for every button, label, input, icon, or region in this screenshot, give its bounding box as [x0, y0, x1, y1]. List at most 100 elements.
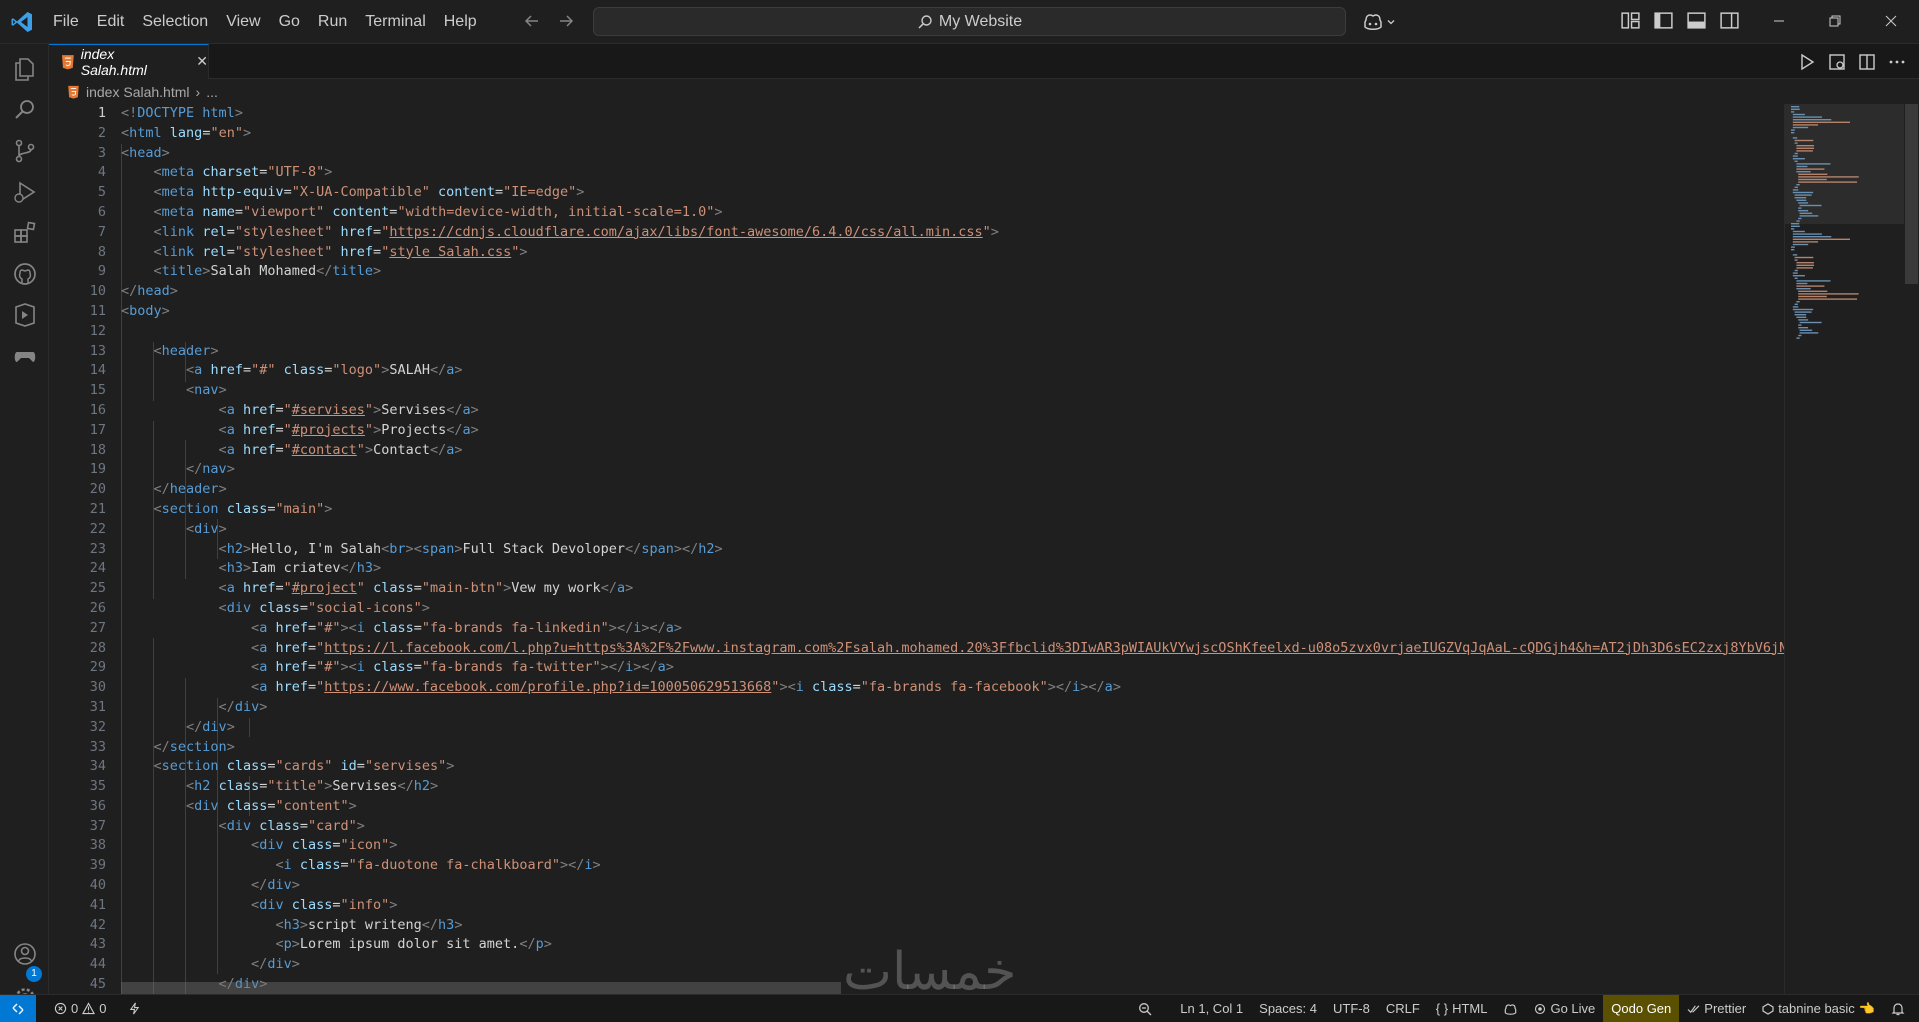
code-line[interactable]: <nav>: [121, 381, 1784, 401]
tab-close-button[interactable]: ✕: [196, 54, 208, 70]
code-line[interactable]: </head>: [121, 282, 1784, 302]
code-line[interactable]: <i class="fa-duotone fa-chalkboard"></i>: [121, 856, 1784, 876]
accounts-icon[interactable]: [12, 941, 38, 967]
qodo-gen-button[interactable]: Qodo Gen: [1603, 995, 1680, 1022]
vertical-scrollbar[interactable]: [1904, 104, 1919, 994]
remote-explorer-icon[interactable]: [12, 302, 38, 328]
menu-edit[interactable]: Edit: [88, 0, 134, 44]
zoom-indicator[interactable]: [1130, 995, 1160, 1022]
code-line[interactable]: </div>: [121, 718, 1784, 738]
code-line[interactable]: <head>: [121, 144, 1784, 164]
code-line[interactable]: </div>: [121, 876, 1784, 896]
code-line[interactable]: <div class="social-icons">: [121, 599, 1784, 619]
problems-indicator[interactable]: 0 0: [46, 995, 114, 1022]
code-line[interactable]: <section class="cards" id="servises">: [121, 757, 1784, 777]
go-live-button[interactable]: Go Live: [1526, 995, 1603, 1022]
arrow-right-icon[interactable]: [556, 11, 576, 31]
copilot-button[interactable]: [1362, 9, 1400, 35]
code-line[interactable]: <a href="https://l.facebook.com/l.php?u=…: [121, 639, 1784, 659]
code-line[interactable]: <body>: [121, 302, 1784, 322]
code-line[interactable]: <a href="#"><i class="fa-brands fa-twitt…: [121, 658, 1784, 678]
lightning-icon[interactable]: [128, 1002, 141, 1015]
code-line[interactable]: <h3>script writeng</h3>: [121, 916, 1784, 936]
code-line[interactable]: <div>: [121, 520, 1784, 540]
code-line[interactable]: <div class="info">: [121, 896, 1784, 916]
toggle-primary-sidebar-icon[interactable]: [1653, 10, 1674, 31]
code-line[interactable]: <h2>Hello, I'm Salah<br><span>Full Stack…: [121, 540, 1784, 560]
code-line[interactable]: <!DOCTYPE html>: [121, 104, 1784, 124]
code-line[interactable]: <a href="#servises">Servises</a>: [121, 401, 1784, 421]
breadcrumb-more[interactable]: ...: [206, 84, 218, 100]
github-icon[interactable]: [12, 261, 38, 287]
code-line[interactable]: [121, 322, 1784, 342]
code-line[interactable]: <a href="#"><i class="fa-brands fa-linke…: [121, 619, 1784, 639]
menu-run[interactable]: Run: [309, 0, 356, 44]
code-editor[interactable]: 1 2 3 4 5 6 7 8 9 10 11 12 13 14 15 16 17 18 19 20 21 22 23 24 2…: [49, 104, 1784, 994]
explorer-icon[interactable]: [12, 56, 38, 82]
menu-go[interactable]: Go: [270, 0, 309, 44]
code-line[interactable]: <div class="card">: [121, 817, 1784, 837]
menu-selection[interactable]: Selection: [133, 0, 217, 44]
code-line[interactable]: <meta name="viewport" content="width=dev…: [121, 203, 1784, 223]
menu-file[interactable]: File: [44, 0, 88, 44]
code-line[interactable]: </div>: [121, 698, 1784, 718]
customize-layout-icon[interactable]: [1620, 10, 1641, 31]
code-line[interactable]: <a href="#contact">Contact</a>: [121, 441, 1784, 461]
code-line[interactable]: <section class="main">: [121, 500, 1784, 520]
code-line[interactable]: <h2 class="title">Servises</h2>: [121, 777, 1784, 797]
code-line[interactable]: <a href="#project" class="main-btn">Vew …: [121, 579, 1784, 599]
indentation[interactable]: Spaces: 4: [1251, 995, 1325, 1022]
more-actions-icon[interactable]: [1887, 52, 1907, 72]
code-line[interactable]: <h3>Iam criatev</h3>: [121, 559, 1784, 579]
arrow-left-icon[interactable]: [522, 11, 542, 31]
language-mode[interactable]: { } HTML: [1428, 995, 1496, 1022]
remote-indicator[interactable]: [0, 994, 36, 1022]
code-content[interactable]: <!DOCTYPE html> <html lang="en"> <head> <m…: [121, 104, 1784, 994]
toggle-panel-icon[interactable]: [1686, 10, 1707, 31]
encoding[interactable]: UTF-8: [1325, 995, 1378, 1022]
split-editor-icon[interactable]: [1857, 52, 1877, 72]
breadcrumb-file[interactable]: index Salah.html: [86, 84, 190, 100]
tabnine-status[interactable]: tabnine basic 👈: [1754, 995, 1883, 1022]
code-line[interactable]: <div class="icon">: [121, 836, 1784, 856]
code-line[interactable]: <link rel="stylesheet" href="style Salah…: [121, 243, 1784, 263]
notifications-button[interactable]: [1883, 995, 1913, 1022]
code-line[interactable]: <a href="#" class="logo">SALAH</a>: [121, 361, 1784, 381]
toggle-secondary-sidebar-icon[interactable]: [1719, 10, 1740, 31]
search-icon[interactable]: [12, 97, 38, 123]
run-file-icon[interactable]: [1797, 52, 1817, 72]
prettier-status[interactable]: Prettier: [1679, 995, 1754, 1022]
menu-help[interactable]: Help: [435, 0, 486, 44]
code-line[interactable]: <title>Salah Mohamed</title>: [121, 262, 1784, 282]
minimap[interactable]: [1784, 104, 1905, 994]
code-line[interactable]: <meta http-equiv="X-UA-Compatible" conte…: [121, 183, 1784, 203]
source-control-icon[interactable]: [12, 138, 38, 164]
copilot-status[interactable]: [1495, 995, 1526, 1022]
line-number: 2: [97, 124, 106, 141]
command-center-search[interactable]: My Website: [593, 7, 1346, 36]
code-line[interactable]: </section>: [121, 738, 1784, 758]
cursor-position[interactable]: Ln 1, Col 1: [1172, 995, 1251, 1022]
horizontal-scrollbar[interactable]: [121, 982, 841, 994]
minimize-button[interactable]: [1751, 0, 1807, 42]
restore-button[interactable]: [1807, 0, 1863, 42]
game-controller-icon[interactable]: [12, 343, 38, 369]
code-line[interactable]: <meta charset="UTF-8">: [121, 163, 1784, 183]
code-line[interactable]: </header>: [121, 480, 1784, 500]
code-line[interactable]: <a href="https://www.facebook.com/profil…: [121, 678, 1784, 698]
scrollbar-thumb[interactable]: [1905, 104, 1918, 284]
code-line[interactable]: <link rel="stylesheet" href="https://cdn…: [121, 223, 1784, 243]
close-window-button[interactable]: [1863, 0, 1919, 42]
code-line[interactable]: <header>: [121, 342, 1784, 362]
menu-terminal[interactable]: Terminal: [356, 0, 434, 44]
tab-index-salah-html[interactable]: index Salah.html ✕: [49, 44, 209, 79]
end-of-line[interactable]: CRLF: [1378, 995, 1428, 1022]
code-line[interactable]: <a href="#projects">Projects</a>: [121, 421, 1784, 441]
run-debug-icon[interactable]: [12, 179, 38, 205]
code-line[interactable]: </nav>: [121, 460, 1784, 480]
code-line[interactable]: <div class="content">: [121, 797, 1784, 817]
extensions-icon[interactable]: [12, 220, 38, 246]
open-preview-icon[interactable]: [1827, 52, 1847, 72]
code-line[interactable]: <html lang="en">: [121, 124, 1784, 144]
menu-view[interactable]: View: [217, 0, 269, 44]
